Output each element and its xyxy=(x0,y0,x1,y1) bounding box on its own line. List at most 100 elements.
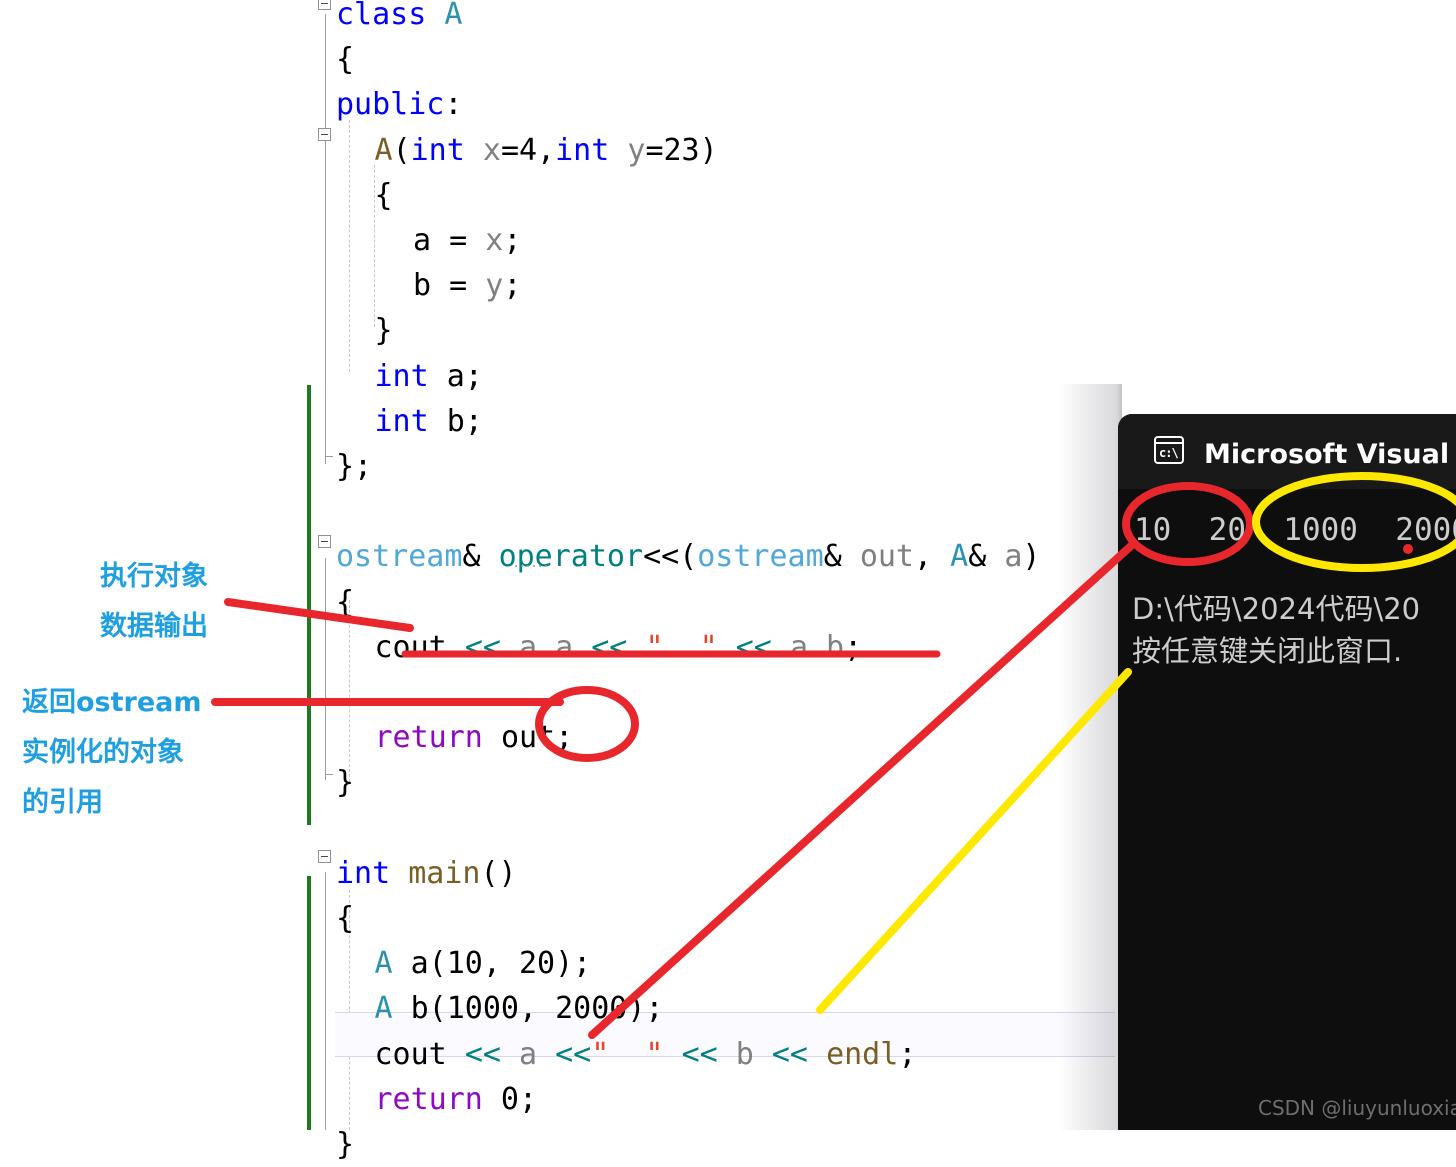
code-line[interactable]: } xyxy=(336,1122,354,1167)
code-token: " " xyxy=(645,629,718,665)
change-bar-upper xyxy=(307,385,311,825)
code-line[interactable]: int main() xyxy=(336,851,517,896)
code-token: ( xyxy=(392,132,411,168)
code-line[interactable]: return 0; xyxy=(375,1077,538,1122)
code-token: { xyxy=(336,901,355,936)
code-token: endl xyxy=(826,1036,899,1072)
code-token: int xyxy=(374,358,429,394)
code-line[interactable]: { xyxy=(375,173,393,218)
annotation-note-top: 执行对象 数据输出 xyxy=(100,552,208,652)
fold-rail-outer xyxy=(325,14,326,464)
code-token: out xyxy=(859,539,914,575)
code-token: cout xyxy=(374,1036,447,1072)
code-token: } xyxy=(374,313,393,349)
console-titlebar: c:\ Microsoft Visual Studio 调 xyxy=(1118,414,1456,489)
code-token: : xyxy=(444,87,463,123)
code-token: { xyxy=(374,177,393,213)
code-token: << xyxy=(464,629,501,665)
code-line[interactable]: } xyxy=(336,760,354,805)
code-token: << xyxy=(681,1036,718,1072)
code-line[interactable]: } xyxy=(375,308,393,353)
fold-toggle-ctor[interactable] xyxy=(318,128,331,141)
code-line[interactable]: A a(10, 20); xyxy=(375,941,592,986)
code-line[interactable]: int b; xyxy=(375,399,483,444)
code-token: a xyxy=(413,223,432,258)
code-token: main xyxy=(408,855,481,891)
fold-toggle-operator[interactable] xyxy=(318,535,331,548)
code-token: ; xyxy=(844,629,863,665)
code-line[interactable]: { xyxy=(336,580,354,625)
code-token: , xyxy=(914,539,951,575)
code-token: =4, xyxy=(500,132,556,168)
annotation-note-bottom-line1: 返回ostream xyxy=(22,687,202,718)
fold-toggle-class[interactable] xyxy=(318,0,331,10)
change-bar-lower xyxy=(307,876,311,1130)
code-line[interactable]: a = x; xyxy=(413,218,521,263)
code-line[interactable]: A(int x=4,int y=23) xyxy=(375,128,718,173)
watermark: CSDN @liuyunluoxiao xyxy=(1258,1096,1456,1120)
code-token: cout xyxy=(374,629,447,665)
code-line[interactable]: A b(1000, 2000); xyxy=(375,986,664,1031)
code-token: A xyxy=(374,946,393,982)
fold-endcap-class xyxy=(325,448,333,457)
code-token: ; xyxy=(503,223,522,258)
code-token: ostream xyxy=(697,539,824,575)
code-token: () xyxy=(480,855,517,891)
console-window-icon: c:\ xyxy=(1154,436,1184,464)
code-token: y xyxy=(485,268,504,304)
fold-toggle-main[interactable] xyxy=(318,850,331,863)
code-token: << xyxy=(735,629,772,665)
code-line[interactable]: ostream& operator<<(ostream& out, A& a) xyxy=(336,534,1040,579)
code-token: b xyxy=(413,268,432,304)
code-line[interactable]: }; xyxy=(336,444,372,489)
code-token: = xyxy=(431,268,486,304)
code-token: A xyxy=(444,0,463,32)
code-line[interactable]: { xyxy=(336,896,354,941)
code-line[interactable]: { xyxy=(336,37,354,82)
indent-guide-1 xyxy=(349,120,350,372)
code-line[interactable]: return out; xyxy=(375,715,574,760)
code-token: x xyxy=(485,223,504,258)
code-token: 0; xyxy=(482,1081,538,1117)
code-token: << xyxy=(555,1036,592,1072)
code-token: ) xyxy=(1022,539,1041,575)
code-token: << xyxy=(591,629,628,665)
code-token: int xyxy=(410,132,465,168)
code-token: out xyxy=(500,720,556,756)
code-line[interactable]: b = y; xyxy=(413,263,521,308)
code-token: b xyxy=(735,1036,754,1072)
code-token: a.b xyxy=(789,629,845,665)
code-token: a xyxy=(519,1036,538,1072)
console-window[interactable]: c:\ Microsoft Visual Studio 调 10 20 1000… xyxy=(1118,414,1456,1130)
code-line[interactable]: public: xyxy=(336,82,462,127)
code-token: ; xyxy=(898,1036,917,1072)
code-token: } xyxy=(336,1127,355,1162)
fold-rail-inner xyxy=(325,558,326,780)
code-token: A xyxy=(374,991,393,1027)
code-token: int xyxy=(336,855,391,891)
console-window-shadow xyxy=(1058,384,1122,1130)
code-token: y xyxy=(627,132,646,168)
code-line[interactable]: int a; xyxy=(375,354,483,399)
annotation-note-bottom-line2: 实例化的对象 xyxy=(22,737,184,768)
code-token: } xyxy=(336,765,355,801)
code-token: a(10, 20); xyxy=(392,946,592,982)
code-line[interactable]: cout << a.a << " " << a.b; xyxy=(375,625,863,670)
code-token: { xyxy=(336,584,355,620)
code-token: class xyxy=(336,0,427,32)
code-line[interactable]: cout << a <<" " << b << endl; xyxy=(375,1032,917,1077)
code-line[interactable]: class A xyxy=(336,0,462,37)
code-token: int xyxy=(374,403,429,439)
code-token: << xyxy=(771,1036,808,1072)
